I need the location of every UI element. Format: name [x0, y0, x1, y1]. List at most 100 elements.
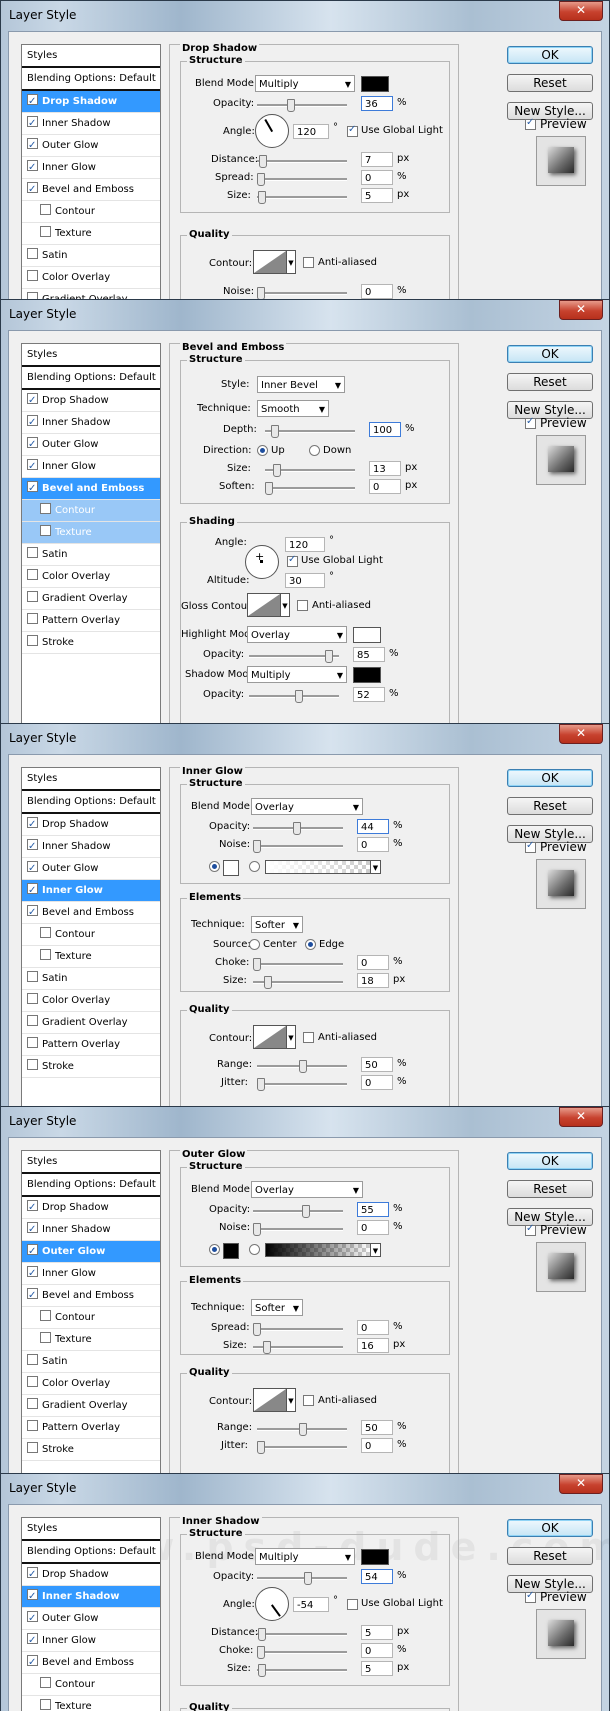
style-checkbox[interactable] [27, 248, 38, 259]
style-item[interactable]: Pattern Overlay [22, 1417, 160, 1439]
style-item[interactable]: Drop Shadow [22, 814, 160, 836]
blend-mode-select[interactable]: Overlay ▼ [251, 1181, 363, 1198]
slider-thumb[interactable] [253, 958, 261, 971]
shadow-opacity-input[interactable]: 52 [353, 687, 385, 702]
technique-select[interactable]: Softer ▼ [251, 1299, 303, 1316]
style-checkbox[interactable] [27, 1241, 38, 1262]
jitter-input[interactable]: 0 [361, 1075, 393, 1090]
preview-checkbox[interactable] [525, 1223, 536, 1236]
slider-thumb[interactable] [273, 464, 281, 477]
style-item[interactable]: Gradient Overlay [22, 588, 160, 610]
soften-slider[interactable] [265, 482, 355, 495]
chevron-down-icon[interactable]: ▼ [371, 1243, 381, 1257]
style-checkbox[interactable] [27, 412, 38, 433]
technique-select[interactable]: Smooth ▼ [257, 400, 329, 417]
ok-button[interactable]: OK [507, 46, 593, 64]
slider-thumb[interactable] [257, 1078, 265, 1091]
spread-input[interactable]: 0 [357, 1320, 389, 1335]
noise-slider[interactable] [257, 287, 347, 299]
chevron-down-icon[interactable]: ▼ [371, 860, 381, 874]
jitter-slider[interactable] [257, 1078, 347, 1091]
opacity-slider[interactable] [257, 99, 347, 112]
style-item[interactable]: Texture [22, 522, 160, 544]
preview-toggle[interactable]: Preview [525, 1590, 587, 1604]
size-slider[interactable] [253, 1341, 343, 1354]
style-item[interactable]: Contour [22, 1307, 160, 1329]
angle-input[interactable]: 120 [285, 537, 325, 552]
style-item[interactable]: Inner Shadow [22, 113, 160, 135]
soften-input[interactable]: 0 [369, 479, 401, 494]
slider-thumb[interactable] [253, 840, 261, 853]
close-icon[interactable]: ✕ [559, 1474, 603, 1494]
style-checkbox[interactable] [40, 1310, 51, 1321]
style-item[interactable]: Outer Glow [22, 858, 160, 880]
style-item[interactable]: Pattern Overlay [22, 1034, 160, 1056]
chevron-down-icon[interactable]: ▼ [287, 1388, 296, 1412]
reset-button[interactable]: Reset [507, 1547, 593, 1565]
choke-input[interactable]: 0 [357, 955, 389, 970]
style-item[interactable]: Drop Shadow [22, 1564, 160, 1586]
noise-input[interactable]: 0 [357, 1220, 389, 1235]
style-item[interactable]: Outer Glow [22, 1608, 160, 1630]
style-checkbox[interactable] [27, 1285, 38, 1306]
opacity-slider[interactable] [253, 822, 343, 835]
shadow-color-swatch[interactable] [361, 1549, 389, 1565]
slider-thumb[interactable] [299, 1423, 307, 1436]
style-item[interactable]: Texture [22, 1329, 160, 1351]
style-item[interactable]: Satin [22, 1351, 160, 1373]
distance-input[interactable]: 5 [361, 1625, 393, 1640]
preview-checkbox[interactable] [525, 117, 536, 130]
chevron-down-icon[interactable]: ▼ [287, 250, 296, 274]
distance-input[interactable]: 7 [361, 152, 393, 167]
shadow-color-swatch[interactable] [353, 667, 381, 683]
style-checkbox[interactable] [27, 814, 38, 835]
style-checkbox[interactable] [27, 1263, 38, 1284]
style-checkbox[interactable] [27, 270, 38, 281]
choke-slider[interactable] [253, 958, 343, 971]
style-checkbox[interactable] [27, 157, 38, 178]
contour-picker[interactable] [253, 1388, 287, 1412]
size-slider[interactable] [253, 976, 343, 989]
opacity-input[interactable]: 44 [357, 819, 389, 834]
size-input[interactable]: 16 [357, 1338, 389, 1353]
gradient-radio[interactable] [249, 1244, 260, 1255]
style-checkbox[interactable] [40, 949, 51, 960]
ok-button[interactable]: OK [507, 769, 593, 787]
slider-thumb[interactable] [257, 1646, 265, 1659]
style-item[interactable]: Gradient Overlay [22, 1012, 160, 1034]
size-input[interactable]: 5 [361, 1661, 393, 1676]
style-item[interactable]: Satin [22, 245, 160, 267]
slider-thumb[interactable] [259, 155, 267, 168]
style-checkbox[interactable] [27, 1037, 38, 1048]
styles-header[interactable]: Styles [22, 1151, 160, 1174]
style-item[interactable]: Gradient Overlay [22, 1395, 160, 1417]
choke-input[interactable]: 0 [361, 1643, 393, 1658]
ok-button[interactable]: OK [507, 345, 593, 363]
close-icon[interactable]: ✕ [559, 300, 603, 320]
range-slider[interactable] [257, 1060, 347, 1073]
style-checkbox[interactable] [27, 858, 38, 879]
style-checkbox[interactable] [27, 971, 38, 982]
depth-slider[interactable] [265, 425, 355, 438]
style-item[interactable]: Texture [22, 1696, 160, 1711]
style-item[interactable]: Inner Glow [22, 456, 160, 478]
ok-button[interactable]: OK [507, 1519, 593, 1537]
style-checkbox[interactable] [27, 1219, 38, 1240]
preview-checkbox[interactable] [525, 1590, 536, 1603]
style-checkbox[interactable] [27, 1564, 38, 1585]
style-item[interactable]: Drop Shadow [22, 91, 160, 113]
contour-picker[interactable] [253, 1025, 287, 1049]
preview-checkbox[interactable] [525, 416, 536, 429]
style-checkbox[interactable] [40, 204, 51, 215]
opacity-slider[interactable] [253, 1205, 343, 1218]
glow-color-swatch[interactable] [223, 860, 239, 876]
style-checkbox[interactable] [27, 1354, 38, 1365]
style-item[interactable]: Inner Glow [22, 1630, 160, 1652]
highlight-color-swatch[interactable] [353, 627, 381, 643]
style-checkbox[interactable] [27, 1059, 38, 1070]
blend-mode-select[interactable]: Multiply ▼ [255, 75, 355, 92]
slider-thumb[interactable] [258, 1628, 266, 1641]
blend-mode-select[interactable]: Multiply ▼ [255, 1548, 355, 1565]
distance-slider[interactable] [257, 155, 347, 168]
style-item[interactable]: Bevel and Emboss [22, 1652, 160, 1674]
